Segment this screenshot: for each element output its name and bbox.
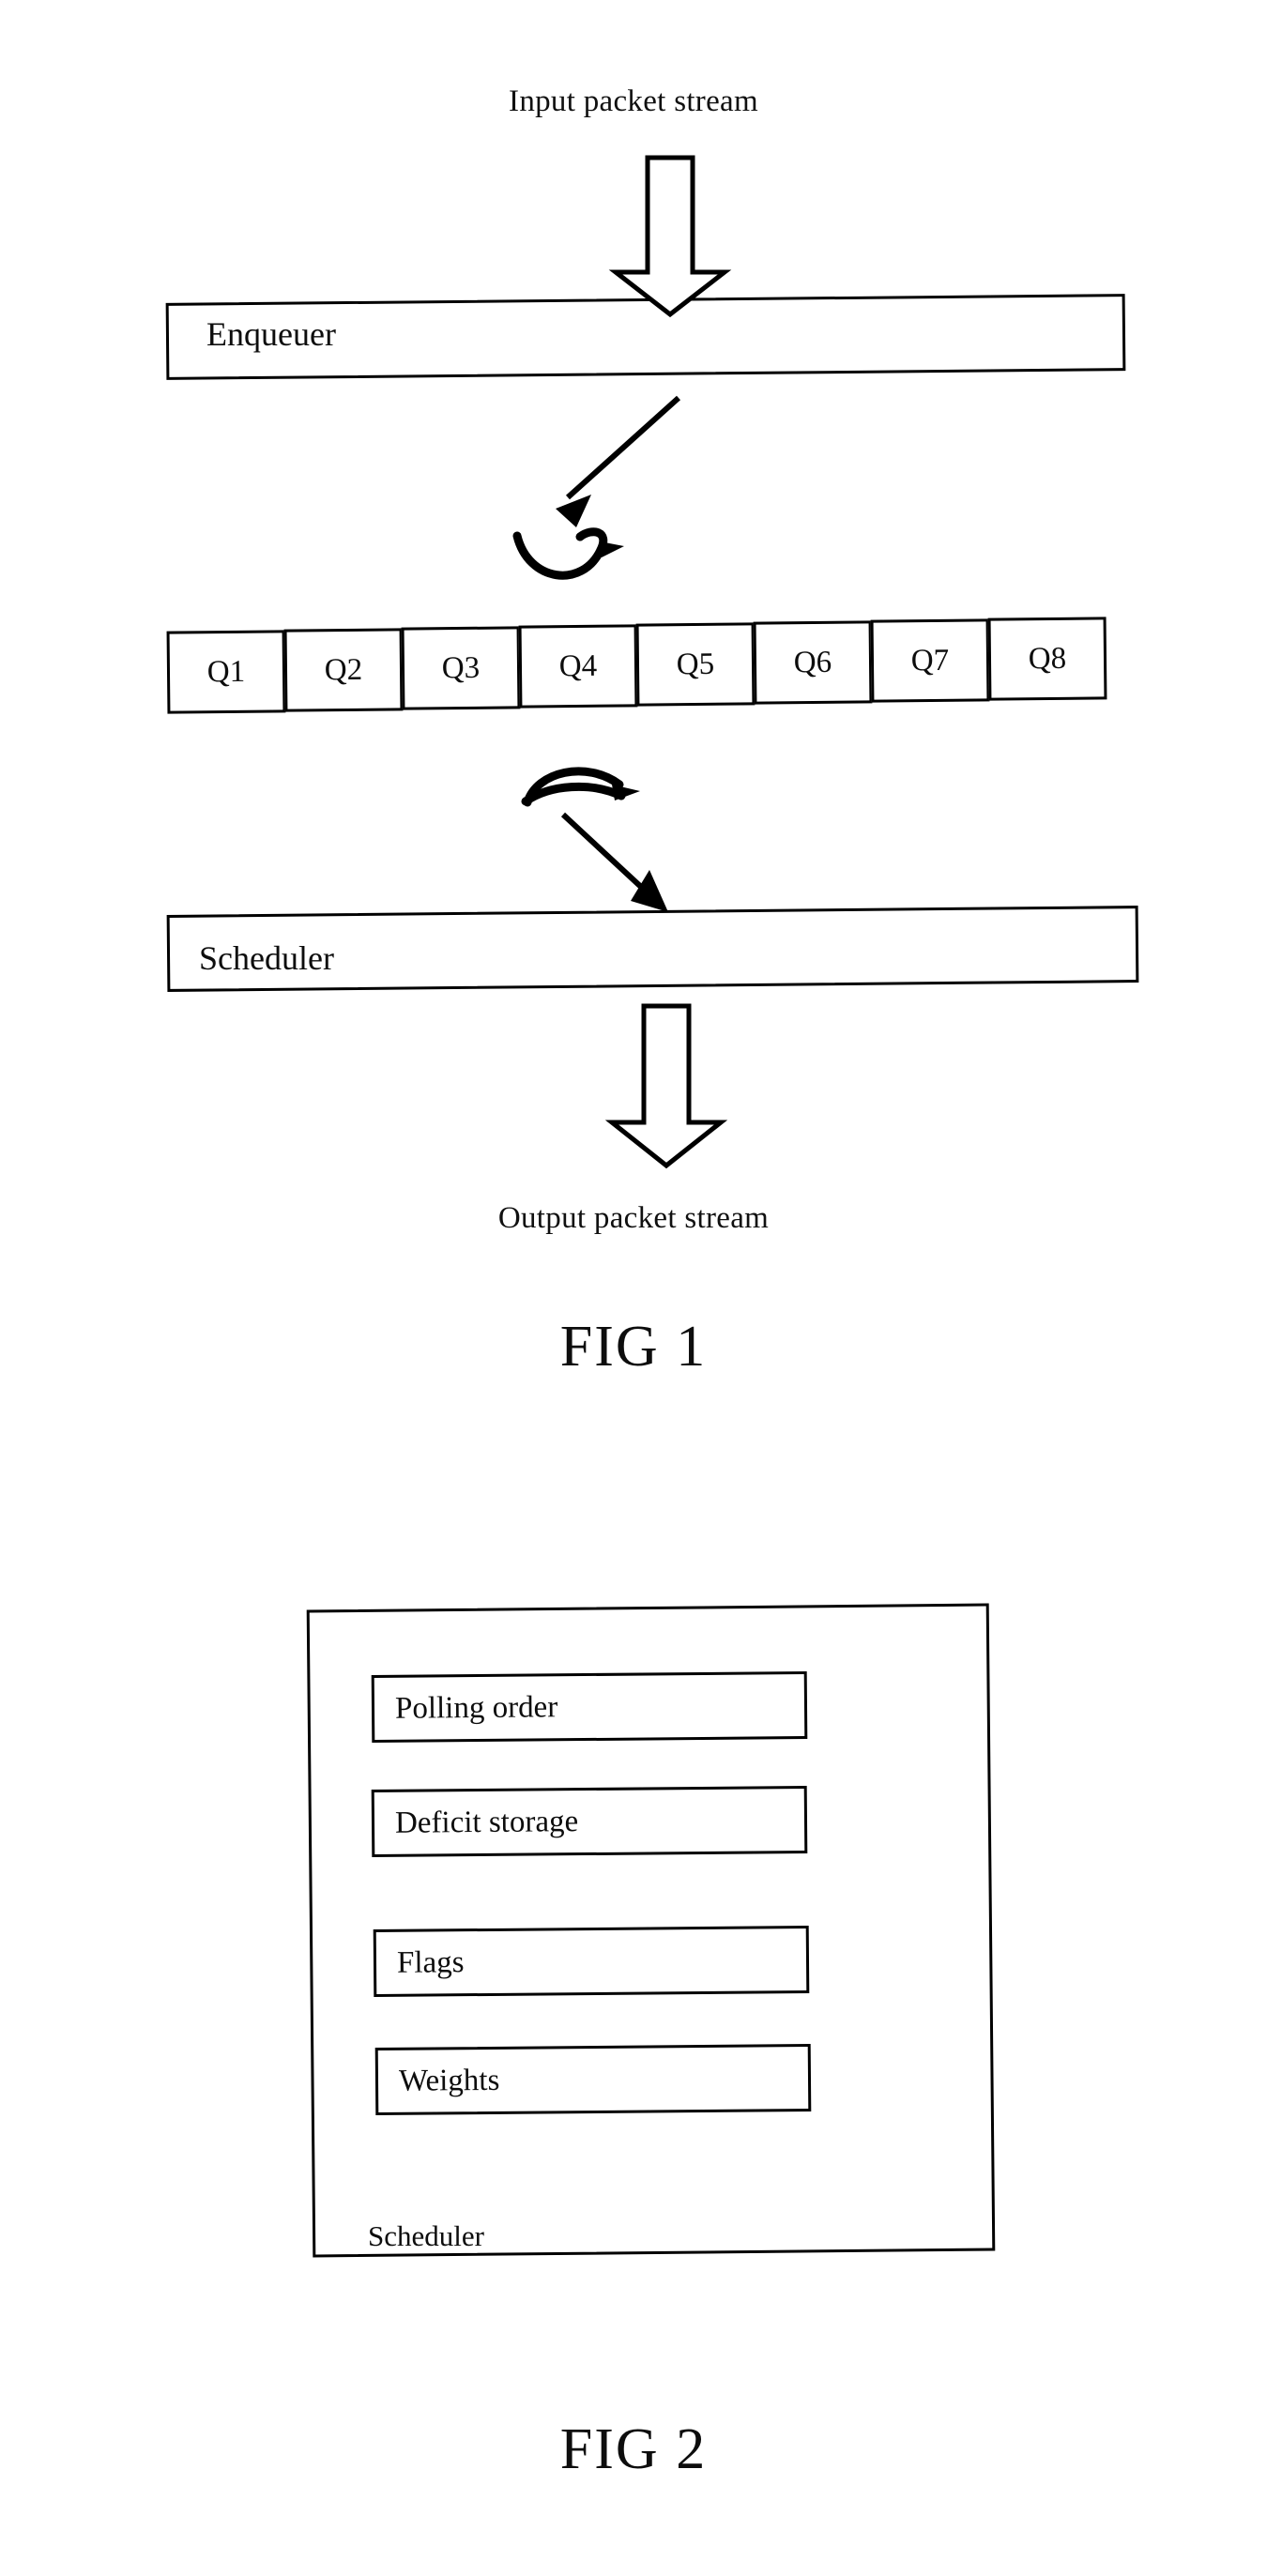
patent-figure-page: Input packet stream Enqueuer Q1 Q2 Q3 Q4…	[0, 0, 1267, 2576]
figure-2-caption: FIG 2	[559, 2417, 708, 2481]
polling-order-box: Polling order	[371, 1670, 808, 1744]
output-packet-stream-label: Output packet stream	[497, 1201, 770, 1235]
scheduler-label: Scheduler	[199, 939, 334, 977]
enqueue-arc-icon	[512, 527, 624, 580]
deficit-storage-label: Deficit storage	[394, 1804, 579, 1840]
output-hollow-arrow-icon	[604, 1003, 728, 1169]
weights-box: Weights	[374, 2043, 812, 2116]
queue-cell-q2: Q2	[283, 628, 404, 712]
enqueuer-label: Enqueuer	[206, 315, 336, 353]
polling-order-label: Polling order	[394, 1689, 558, 1726]
deficit-storage-box: Deficit storage	[371, 1785, 808, 1858]
queue-cell-q7: Q7	[870, 618, 990, 703]
queue-cell-q1: Q1	[166, 630, 286, 714]
enqueue-diagonal-arrow-icon	[556, 395, 681, 527]
queue-cell-q5: Q5	[635, 622, 756, 707]
queue-cell-q6: Q6	[753, 620, 873, 705]
queue-cell-q4: Q4	[518, 624, 638, 709]
input-packet-stream-label: Input packet stream	[509, 84, 758, 118]
flags-label: Flags	[396, 1944, 465, 1980]
flags-box: Flags	[373, 1925, 810, 1998]
queue-cell-q3: Q3	[401, 626, 521, 710]
input-hollow-arrow-icon	[608, 155, 732, 318]
dequeue-arc-icon	[521, 767, 640, 807]
figure-1-caption: FIG 1	[559, 1315, 708, 1379]
queue-cell-q8: Q8	[987, 617, 1107, 701]
dequeue-diagonal-arrow-icon	[560, 812, 668, 912]
weights-label: Weights	[398, 2063, 500, 2098]
scheduler-container-label: Scheduler	[368, 2219, 484, 2252]
